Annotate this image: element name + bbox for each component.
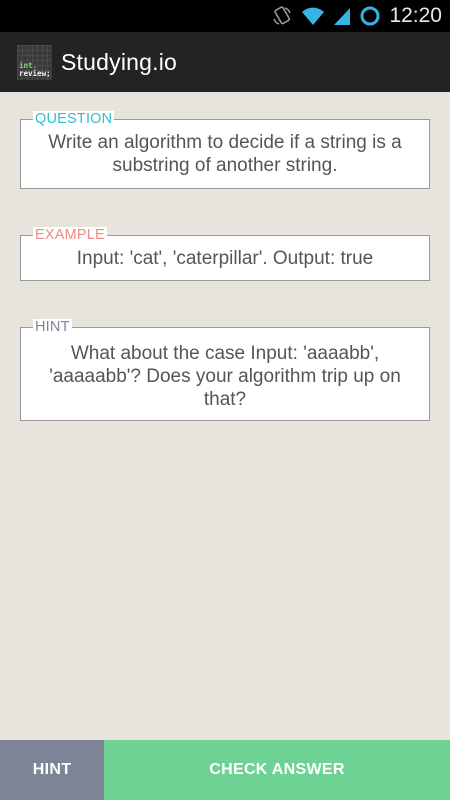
wifi-icon <box>301 6 325 26</box>
example-label: EXAMPLE <box>33 227 107 243</box>
bottom-button-bar: HINT CHECK ANSWER <box>0 740 450 800</box>
logo-line-2: review; <box>19 68 51 78</box>
signal-icon <box>333 6 351 26</box>
status-bar: 12:20 <box>0 0 450 32</box>
alarm-ring-icon <box>359 5 381 27</box>
action-bar: int. review; Studying.io <box>0 32 450 92</box>
rotate-icon <box>271 5 293 27</box>
question-card: QUESTION Write an algorithm to decide if… <box>20 111 430 189</box>
hint-card: HINT What about the case Input: 'aaaabb'… <box>20 319 430 421</box>
hint-text: What about the case Input: 'aaaabb', 'aa… <box>49 342 401 410</box>
check-answer-button[interactable]: CHECK ANSWER <box>104 740 450 800</box>
example-card: EXAMPLE Input: 'cat', 'caterpillar'. Out… <box>20 227 430 281</box>
example-text: Input: 'cat', 'caterpillar'. Output: tru… <box>76 247 374 269</box>
hint-button[interactable]: HINT <box>0 740 104 800</box>
app-logo[interactable]: int. review; <box>17 44 52 80</box>
question-label: QUESTION <box>33 111 115 127</box>
question-text: Write an algorithm to decide if a string… <box>48 132 402 176</box>
hint-label: HINT <box>33 319 72 335</box>
status-time: 12:20 <box>389 4 442 27</box>
app-title: Studying.io <box>61 48 177 75</box>
